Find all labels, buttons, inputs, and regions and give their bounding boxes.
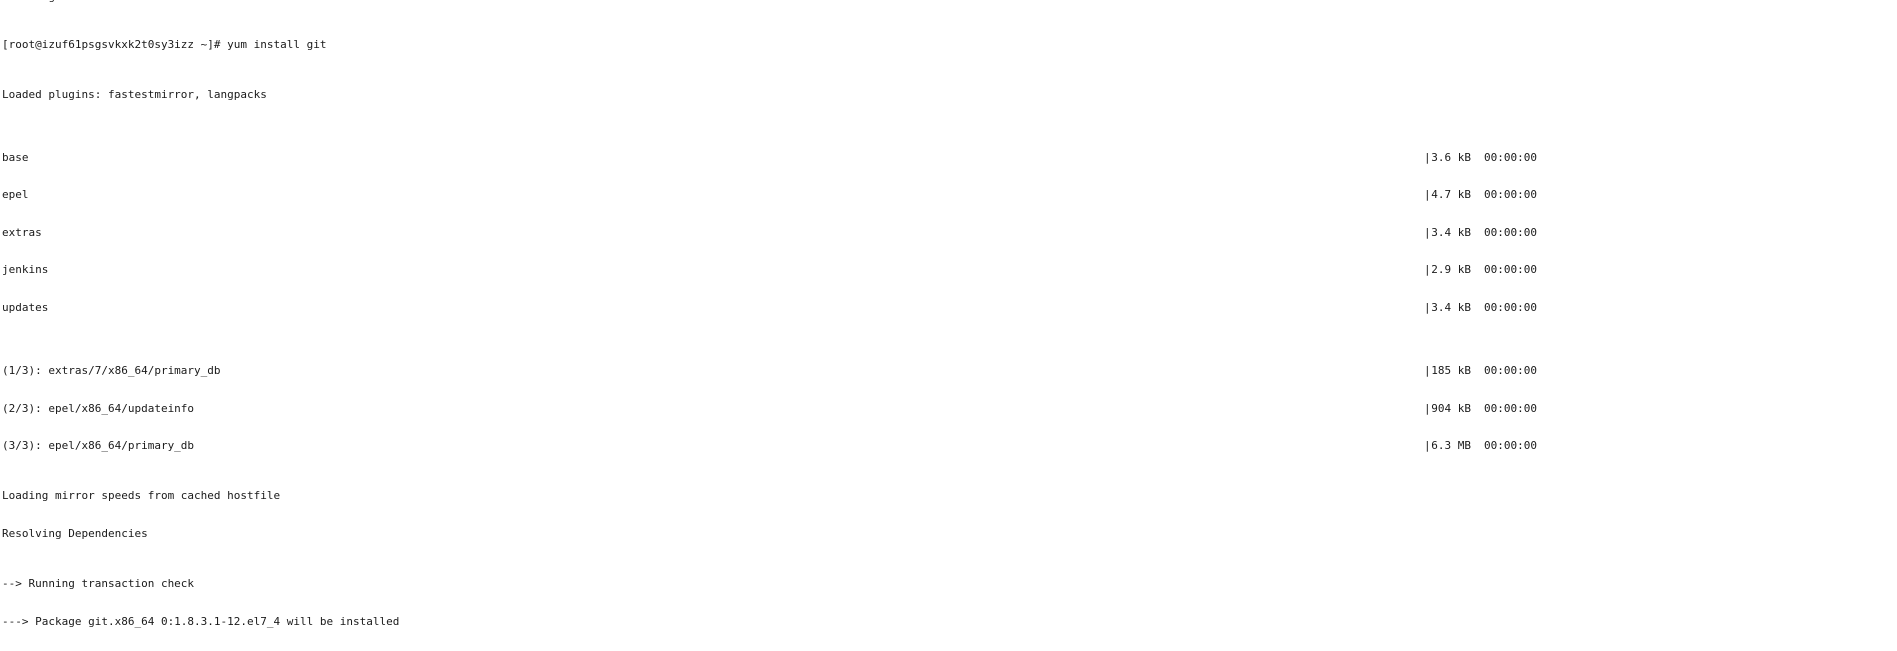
download-name: (1/3): extras/7/x86_64/primary_db <box>2 363 221 377</box>
repo-name: extras <box>2 225 42 239</box>
repo-size: 3.4 kB <box>1431 225 1471 239</box>
resolution-line: --> Running transaction check <box>2 578 1897 591</box>
terminal-output: [root@izuf61psgsvkxk2t0sy3izz ~]# yum in… <box>2 1 1897 651</box>
download-size: 6.3 MB <box>1431 439 1471 453</box>
repo-time: 00:00:00 <box>1484 150 1537 164</box>
resolving-dependencies-text: Resolving Dependencies <box>2 526 148 540</box>
repo-name: updates <box>2 301 49 315</box>
shell-prompt-text: [root@izuf61psgsvkxk2t0sy3izz ~]# yum in… <box>2 37 327 51</box>
repo-name: jenkins <box>2 263 49 277</box>
download-time: 00:00:00 <box>1484 363 1537 377</box>
download-name: (2/3): epel/x86_64/updateinfo <box>2 401 195 415</box>
repo-size: 2.9 kB <box>1431 263 1471 277</box>
repo-line: extras | 3.4 kB 00:00:00 <box>2 225 1897 240</box>
download-line: (3/3): epel/x86_64/primary_db | 6.3 MB 0… <box>2 440 1897 453</box>
download-name: (3/3): epel/x86_64/primary_db <box>2 439 195 453</box>
repo-size: 4.7 kB <box>1431 188 1471 202</box>
repo-name: epel <box>2 188 29 202</box>
repo-name: base <box>2 150 29 164</box>
repo-line: base | 3.6 kB 00:00:00 <box>2 150 1897 165</box>
resolution-text: ---> Package git.x86_64 0:1.8.3.1-12.el7… <box>2 614 400 628</box>
terminal-window[interactable]: Last login: Tue Nov 21 10:32:18 2017 fro… <box>0 0 1897 651</box>
repo-time: 00:00:00 <box>1484 263 1537 277</box>
loaded-plugins-line: Loaded plugins: fastestmirror, langpacks <box>2 87 1897 102</box>
resolving-dependencies-line: Resolving Dependencies <box>2 526 1897 541</box>
repo-line: updates | 3.4 kB 00:00:00 <box>2 302 1897 315</box>
mirror-speeds-line: Loading mirror speeds from cached hostfi… <box>2 490 1897 503</box>
repo-line: epel | 4.7 kB 00:00:00 <box>2 189 1897 202</box>
shell-prompt-line: [root@izuf61psgsvkxk2t0sy3izz ~]# yum in… <box>2 37 1897 52</box>
download-line: (2/3): epel/x86_64/updateinfo | 904 kB 0… <box>2 401 1897 416</box>
download-time: 00:00:00 <box>1484 439 1537 453</box>
repo-time: 00:00:00 <box>1484 301 1537 315</box>
resolution-line: ---> Package git.x86_64 0:1.8.3.1-12.el7… <box>2 614 1897 629</box>
repo-size: 3.6 kB <box>1431 150 1471 164</box>
loaded-plugins-text: Loaded plugins: fastestmirror, langpacks <box>2 87 267 101</box>
repo-time: 00:00:00 <box>1484 225 1537 239</box>
repo-line: jenkins | 2.9 kB 00:00:00 <box>2 264 1897 277</box>
repo-size: 3.4 kB <box>1431 301 1471 315</box>
download-size: 185 kB <box>1431 363 1471 377</box>
download-size: 904 kB <box>1431 401 1471 415</box>
download-time: 00:00:00 <box>1484 401 1537 415</box>
repo-time: 00:00:00 <box>1484 188 1537 202</box>
resolution-text: --> Running transaction check <box>2 577 195 591</box>
mirror-speeds-text: Loading mirror speeds from cached hostfi… <box>2 489 281 503</box>
download-line: (1/3): extras/7/x86_64/primary_db | 185 … <box>2 363 1897 378</box>
